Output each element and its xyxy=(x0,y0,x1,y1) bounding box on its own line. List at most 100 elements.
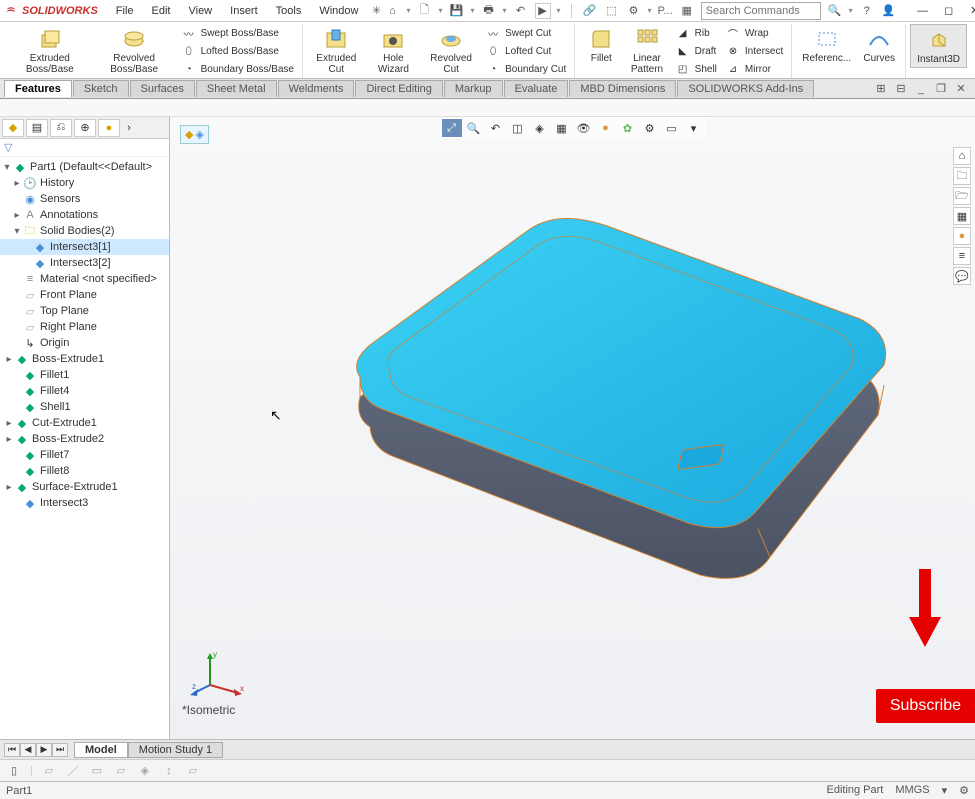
tree-top-plane[interactable]: ▱Top Plane xyxy=(0,303,169,319)
status-gear-icon[interactable]: ⚙ xyxy=(959,784,969,797)
draft-button[interactable]: ◣Draft xyxy=(671,42,721,60)
filter-edge-icon[interactable]: ／ xyxy=(65,763,81,779)
hole-wizard-button[interactable]: Hole Wizard xyxy=(366,24,422,78)
filter-solid-icon[interactable]: ◈ xyxy=(137,763,153,779)
bottom-tab-model[interactable]: Model xyxy=(74,742,128,758)
previous-view-icon[interactable]: ↶ xyxy=(486,119,506,137)
tree-history[interactable]: ▸🕑History xyxy=(0,175,169,191)
menu-insert[interactable]: Insert xyxy=(222,3,266,19)
task-view-palette-icon[interactable]: ▦ xyxy=(953,207,971,225)
zoom-area-icon[interactable]: 🔍 xyxy=(464,119,484,137)
view-settings-icon[interactable]: ⚙ xyxy=(640,119,660,137)
edit-appearance-icon[interactable]: ● xyxy=(596,119,616,137)
commands-icon[interactable]: ▦ xyxy=(679,3,695,19)
tree-shell1[interactable]: ◆Shell1 xyxy=(0,399,169,415)
reference-geometry-button[interactable]: Referenc... xyxy=(796,24,857,66)
save-icon[interactable]: 💾 xyxy=(449,3,465,19)
link-icon[interactable]: 🔗 xyxy=(582,3,598,19)
apply-scene-icon[interactable]: ✿ xyxy=(618,119,638,137)
print-icon[interactable]: 🖶 xyxy=(481,3,497,19)
tree-filter[interactable]: ▽ xyxy=(0,139,169,157)
help-icon[interactable]: ? xyxy=(859,3,875,19)
status-dropdown-icon[interactable]: ▾ xyxy=(942,784,948,797)
mirror-button[interactable]: ⊿Mirror xyxy=(721,60,787,78)
revolved-cut-button[interactable]: Revolved Cut xyxy=(421,24,481,78)
tree-origin[interactable]: ↳Origin xyxy=(0,335,169,351)
tree-intersect3-1[interactable]: ◆Intersect3[1] xyxy=(0,239,169,255)
boundary-boss-button[interactable]: ◔Boundary Boss/Base xyxy=(177,60,298,78)
tree-fillet8[interactable]: ◆Fillet8 xyxy=(0,463,169,479)
tree-boss-extrude1[interactable]: ▸◆Boss-Extrude1 xyxy=(0,351,169,367)
tree-root[interactable]: ▾◆Part1 (Default<<Default> xyxy=(0,159,169,175)
doc-close-icon[interactable]: ✕ xyxy=(953,81,969,97)
panel-layout-2-icon[interactable]: ⊟ xyxy=(893,81,909,97)
filter-axis-icon[interactable]: ↕ xyxy=(161,763,177,779)
hide-show-icon[interactable]: 👁 xyxy=(574,119,594,137)
tab-markup[interactable]: Markup xyxy=(444,80,503,97)
instant3d-button[interactable]: Instant3D xyxy=(910,24,967,68)
undo-icon[interactable]: ↶ xyxy=(513,3,529,19)
options-icon[interactable]: ⚙ xyxy=(626,3,642,19)
menu-edit[interactable]: Edit xyxy=(144,3,179,19)
tab-weldments[interactable]: Weldments xyxy=(278,80,355,97)
tree-fillet1[interactable]: ◆Fillet1 xyxy=(0,367,169,383)
tab-sketch[interactable]: Sketch xyxy=(73,80,129,97)
wrap-button[interactable]: ⌒Wrap xyxy=(721,24,787,42)
tree-tab-config[interactable]: ⎌ xyxy=(50,119,72,137)
tree-front-plane[interactable]: ▱Front Plane xyxy=(0,287,169,303)
task-forum-icon[interactable]: 💬 xyxy=(953,267,971,285)
doc-restore-icon[interactable]: ❐ xyxy=(933,81,949,97)
task-custom-props-icon[interactable]: ≡ xyxy=(953,247,971,265)
task-file-explorer-icon[interactable]: 🗁 xyxy=(953,187,971,205)
filter-vertex-icon[interactable]: ▱ xyxy=(41,763,57,779)
menu-expand-icon[interactable]: ✳ xyxy=(368,3,384,19)
tree-tab-more[interactable]: › xyxy=(122,119,136,137)
swept-cut-button[interactable]: 〰Swept Cut xyxy=(481,24,570,42)
viewport-layout-icon[interactable]: ▭ xyxy=(662,119,682,137)
revolved-boss-button[interactable]: Revolved Boss/Base xyxy=(92,24,177,78)
lofted-boss-button[interactable]: ⬯Lofted Boss/Base xyxy=(177,42,298,60)
graphics-viewport[interactable]: ◆ ◈ ⤢ 🔍 ↶ ◫ ◈ ▦ 👁 ● ✿ ⚙ ▭ ▾ ⌂ 🗀 🗁 ▦ ● ≡ … xyxy=(170,117,975,739)
panel-layout-1-icon[interactable]: ⊞ xyxy=(873,81,889,97)
tab-surfaces[interactable]: Surfaces xyxy=(130,80,195,97)
tree-material[interactable]: ≡Material <not specified> xyxy=(0,271,169,287)
close-button[interactable]: ✕ xyxy=(963,2,975,20)
filter-surface-icon[interactable]: ▱ xyxy=(113,763,129,779)
tab-nav-first[interactable]: ⏮ xyxy=(4,743,20,757)
menu-tools[interactable]: Tools xyxy=(268,3,310,19)
tab-features[interactable]: Features xyxy=(4,80,72,97)
tree-solid-bodies[interactable]: ▾🗀Solid Bodies(2) xyxy=(0,223,169,239)
tree-intersect3-2[interactable]: ◆Intersect3[2] xyxy=(0,255,169,271)
view-more-icon[interactable]: ▾ xyxy=(684,119,704,137)
tab-sheet-metal[interactable]: Sheet Metal xyxy=(196,80,277,97)
tree-boss-extrude2[interactable]: ▸◆Boss-Extrude2 xyxy=(0,431,169,447)
filter-face-icon[interactable]: ▭ xyxy=(89,763,105,779)
boundary-cut-button[interactable]: ◔Boundary Cut xyxy=(481,60,570,78)
doc-minimize-icon[interactable]: _ xyxy=(913,81,929,97)
tab-mbd-dimensions[interactable]: MBD Dimensions xyxy=(569,80,676,97)
bottom-tab-motion-study[interactable]: Motion Study 1 xyxy=(128,742,223,758)
viewport-flyout[interactable]: ◆ ◈ xyxy=(180,125,209,144)
curves-button[interactable]: Curves xyxy=(857,24,901,66)
minimize-button[interactable]: — xyxy=(911,2,935,20)
home-icon[interactable]: ⌂ xyxy=(384,3,400,19)
tree-intersect3[interactable]: ◆Intersect3 xyxy=(0,495,169,511)
tree-cut-extrude1[interactable]: ▸◆Cut-Extrude1 xyxy=(0,415,169,431)
tab-nav-last[interactable]: ⏭ xyxy=(52,743,68,757)
section-view-icon[interactable]: ◫ xyxy=(508,119,528,137)
tab-nav-next[interactable]: ▶ xyxy=(36,743,52,757)
extruded-cut-button[interactable]: Extruded Cut xyxy=(307,24,366,78)
linear-pattern-button[interactable]: Linear Pattern xyxy=(623,24,670,78)
tab-direct-editing[interactable]: Direct Editing xyxy=(355,80,442,97)
search-commands-input[interactable] xyxy=(701,2,821,20)
intersect-button[interactable]: ⊗Intersect xyxy=(721,42,787,60)
task-design-library-icon[interactable]: 🗀 xyxy=(953,167,971,185)
maximize-button[interactable]: ◻ xyxy=(937,2,961,20)
tab-solidworks-addins[interactable]: SOLIDWORKS Add-Ins xyxy=(677,80,814,97)
tree-tab-dimxpert[interactable]: ⊕ xyxy=(74,119,96,137)
rebuild-icon[interactable]: ⬚ xyxy=(604,3,620,19)
extruded-boss-button[interactable]: Extruded Boss/Base xyxy=(8,24,92,78)
tree-surface-extrude1[interactable]: ▸◆Surface-Extrude1 xyxy=(0,479,169,495)
fillet-button[interactable]: Fillet xyxy=(579,24,623,78)
menu-window[interactable]: Window xyxy=(311,3,366,19)
